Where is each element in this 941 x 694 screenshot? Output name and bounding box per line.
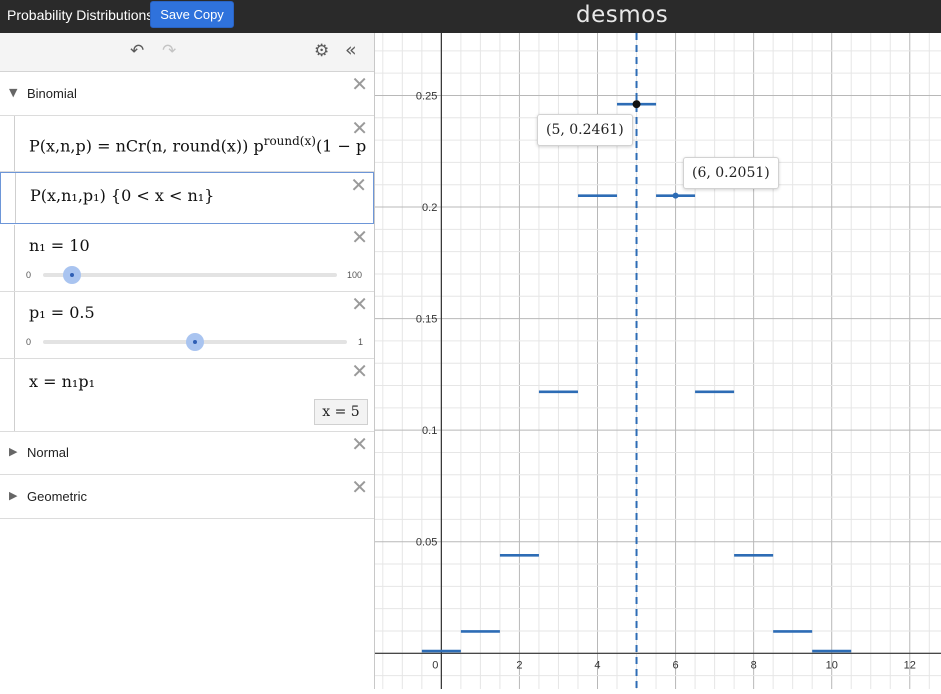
indent-bar [14, 359, 15, 431]
caret-right-icon[interactable]: ▶ [9, 445, 17, 458]
expression-x-definition[interactable]: x = n₁p₁ x = 5 ✕ [0, 359, 374, 432]
close-icon[interactable]: ✕ [351, 294, 368, 314]
point-6 [672, 192, 679, 199]
x-tick-label: 6 [673, 659, 679, 671]
expression-panel: ↶ ↷ ⚙ « ▼ Binomial ✕ P(x,n,p) = nCr(n, r… [0, 33, 375, 689]
indent-bar [14, 225, 15, 291]
y-tick-label: 0.1 [422, 425, 437, 437]
x-tick-label: 8 [751, 659, 757, 671]
slider-track[interactable] [43, 273, 337, 277]
caret-right-icon[interactable]: ▶ [9, 489, 17, 502]
slider-max[interactable]: 100 [347, 270, 362, 280]
point-5 [632, 100, 641, 109]
save-copy-button[interactable]: Save Copy [150, 1, 234, 28]
folder-label: Binomial [27, 86, 77, 101]
x-tick-label: 0 [432, 659, 438, 671]
y-tick-label: 0.15 [416, 314, 437, 326]
folder-label: Normal [27, 445, 69, 460]
expression-math[interactable]: n₁ = 10 [29, 236, 90, 255]
indent-bar [15, 173, 16, 223]
y-tick-label: 0.25 [416, 90, 437, 102]
folder-label: Geometric [27, 489, 87, 504]
close-icon[interactable]: ✕ [350, 175, 367, 195]
expression-math[interactable]: P(x,n,p) = nCr(n, round(x)) pround(x)(1 … [29, 134, 366, 155]
x-tick-label: 10 [826, 659, 838, 671]
point-label-5[interactable]: (5, 0.2461) [537, 114, 633, 146]
folder-binomial[interactable]: ▼ Binomial ✕ [0, 72, 374, 116]
indent-bar [14, 292, 15, 358]
x-tick-label: 12 [904, 659, 916, 671]
indent-bar [14, 116, 15, 171]
expression-pmf-restricted[interactable]: P(x,n₁,p₁) {0 < x < n₁} ✕ [0, 172, 374, 224]
top-bar: Probability Distributions Save Copy desm… [0, 0, 941, 33]
y-tick-label: 0.05 [416, 537, 437, 549]
expression-math[interactable]: p₁ = 0.5 [29, 303, 95, 322]
close-icon[interactable]: ✕ [351, 434, 368, 454]
expression-math[interactable]: P(x,n₁,p₁) {0 < x < n₁} [30, 186, 214, 205]
expression-pmf-definition[interactable]: P(x,n,p) = nCr(n, round(x)) pround(x)(1 … [0, 116, 374, 172]
close-icon[interactable]: ✕ [351, 227, 368, 247]
evaluation-result: x = 5 [314, 399, 368, 425]
graph-title[interactable]: Probability Distributions [7, 7, 153, 23]
slider-max[interactable]: 1 [358, 337, 363, 347]
folder-normal[interactable]: ▶ Normal ✕ [0, 432, 374, 475]
slider-min[interactable]: 0 [26, 337, 31, 347]
expression-n1-slider[interactable]: n₁ = 10 0 100 ✕ [0, 225, 374, 292]
x-tick-label: 2 [516, 659, 522, 671]
graph-canvas[interactable]: 0 2 4 6 8 10 12 0.05 0.1 0.15 0.2 0.25 [375, 33, 941, 689]
folder-geometric[interactable]: ▶ Geometric ✕ [0, 475, 374, 519]
expression-p1-slider[interactable]: p₁ = 0.5 0 1 ✕ [0, 292, 374, 359]
gear-icon[interactable]: ⚙ [314, 41, 329, 61]
expression-toolbar: ↶ ↷ ⚙ « [0, 33, 374, 72]
slider-handle-dot [193, 340, 197, 344]
point-label-6[interactable]: (6, 0.2051) [683, 157, 779, 189]
x-tick-label: 4 [594, 659, 600, 671]
close-icon[interactable]: ✕ [351, 361, 368, 381]
slider-min[interactable]: 0 [26, 270, 31, 280]
close-icon[interactable]: ✕ [351, 74, 368, 94]
double-chevron-left-icon[interactable]: « [345, 39, 357, 61]
undo-icon[interactable]: ↶ [130, 41, 144, 61]
expression-math[interactable]: x = n₁p₁ [29, 372, 95, 391]
redo-icon[interactable]: ↷ [162, 41, 176, 61]
close-icon[interactable]: ✕ [351, 118, 368, 138]
graph-paper[interactable]: 0 2 4 6 8 10 12 0.05 0.1 0.15 0.2 0.25 (5, 0.2461) … [375, 33, 941, 689]
y-tick-label: 0.2 [422, 202, 437, 214]
caret-down-icon[interactable]: ▼ [9, 86, 17, 99]
close-icon[interactable]: ✕ [351, 477, 368, 497]
slider-handle-dot [70, 273, 74, 277]
desmos-logo: desmos [576, 2, 669, 28]
